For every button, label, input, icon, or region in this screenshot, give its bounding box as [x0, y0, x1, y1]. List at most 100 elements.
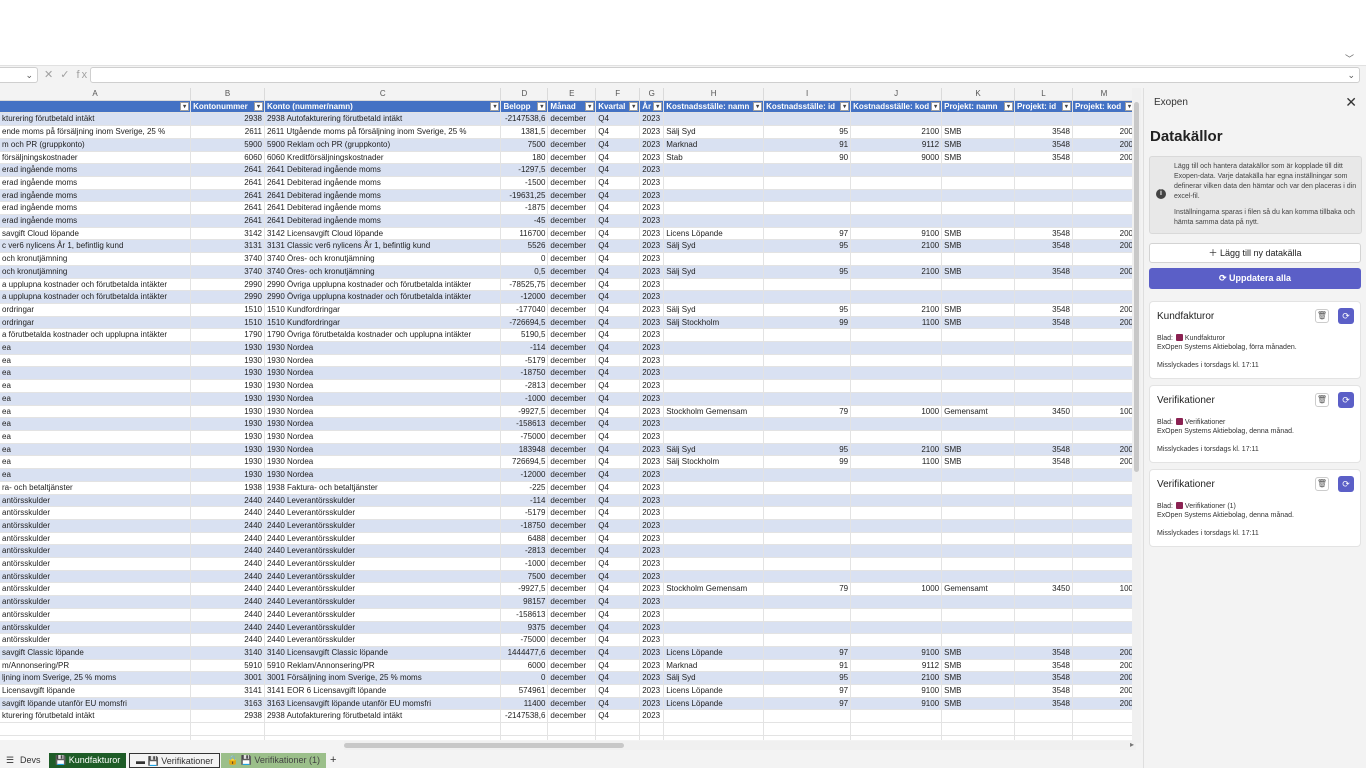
refresh-icon[interactable]: ⟳ [1338, 308, 1354, 324]
table-cell[interactable] [941, 608, 1016, 622]
table-cell[interactable]: 9100 [850, 646, 943, 660]
table-cell[interactable]: Stab [663, 151, 765, 165]
vertical-scrollbar[interactable] [1132, 88, 1141, 743]
table-cell[interactable]: 2023 [639, 163, 665, 177]
table-cell[interactable]: 2440 [190, 595, 265, 609]
column-header[interactable]: Kvartal ▾ [595, 100, 641, 114]
table-cell[interactable]: Q4 [595, 621, 641, 635]
table-cell[interactable] [1014, 328, 1073, 343]
table-cell[interactable]: 9112 [850, 138, 943, 152]
table-cell[interactable] [663, 570, 765, 584]
table-cell[interactable]: december [547, 405, 597, 419]
table-cell[interactable] [850, 252, 943, 266]
table-cell[interactable] [663, 163, 765, 177]
table-cell[interactable]: december [547, 633, 597, 647]
table-cell[interactable]: 3548 [1014, 684, 1073, 698]
table-cell[interactable]: 5910 Reklam/Annonsering/PR [264, 659, 502, 673]
table-cell[interactable]: 2440 Leverantörsskulder [264, 544, 502, 559]
table-cell[interactable]: 97 [763, 697, 852, 711]
table-cell[interactable] [941, 468, 1016, 482]
table-cell[interactable]: 2023 [639, 290, 665, 304]
table-cell[interactable]: ljning inom Sverige, 25 % moms [0, 671, 192, 686]
table-cell[interactable]: Q4 [595, 443, 641, 457]
table-cell[interactable]: 1930 Nordea [264, 468, 502, 482]
table-cell[interactable] [941, 735, 1016, 740]
table-cell[interactable]: 2990 Övriga upplupna kostnader och förut… [264, 278, 502, 292]
table-cell[interactable]: antörsskulder [0, 532, 192, 546]
table-cell[interactable]: december [547, 519, 597, 533]
table-cell[interactable]: 1930 Nordea [264, 354, 502, 368]
table-cell[interactable] [763, 176, 852, 190]
table-cell[interactable] [1072, 290, 1136, 304]
table-cell[interactable] [763, 417, 852, 431]
table-cell[interactable] [941, 595, 1016, 609]
table-cell[interactable] [1014, 366, 1073, 381]
table-cell[interactable] [941, 392, 1016, 406]
table-cell[interactable]: december [547, 468, 597, 482]
table-cell[interactable]: 726694,5 [500, 455, 549, 470]
table-cell[interactable]: 1930 [190, 417, 265, 431]
table-cell[interactable]: Q4 [595, 659, 641, 673]
table-cell[interactable] [850, 366, 943, 381]
table-cell[interactable] [850, 176, 943, 190]
table-cell[interactable]: -19631,25 [500, 189, 549, 203]
table-cell[interactable]: 2023 [639, 316, 665, 330]
table-cell[interactable]: 1930 [190, 366, 265, 381]
table-cell[interactable]: a upplupna kostnader och förutbetalda in… [0, 278, 192, 292]
table-cell[interactable]: 2440 Leverantörsskulder [264, 595, 502, 609]
table-cell[interactable]: 11400 [500, 697, 549, 711]
table-cell[interactable]: december [547, 354, 597, 368]
table-cell[interactable]: erad ingående moms [0, 189, 192, 203]
table-cell[interactable] [1072, 506, 1136, 520]
table-cell[interactable] [850, 341, 943, 355]
table-cell[interactable] [850, 189, 943, 203]
table-cell[interactable] [941, 481, 1016, 495]
column-letter[interactable]: L [1014, 88, 1073, 101]
table-cell[interactable]: 97 [763, 684, 852, 698]
table-cell[interactable]: Gemensamt [941, 405, 1016, 419]
table-cell[interactable]: ende moms på försäljning inom Sverige, 2… [0, 125, 192, 139]
table-cell[interactable]: och kronutjämning [0, 252, 192, 266]
table-cell[interactable]: Q4 [595, 532, 641, 546]
table-cell[interactable] [850, 709, 943, 724]
column-header[interactable]: Månad ▾ [547, 100, 597, 114]
table-cell[interactable]: antörsskulder [0, 633, 192, 647]
table-cell[interactable]: 1930 Nordea [264, 443, 502, 457]
table-cell[interactable] [663, 112, 765, 127]
table-cell[interactable]: 3548 [1014, 265, 1073, 279]
table-cell[interactable]: 95 [763, 443, 852, 457]
table-cell[interactable]: -1000 [500, 557, 549, 571]
table-cell[interactable]: 5910 [190, 659, 265, 673]
table-cell[interactable]: 1930 [190, 468, 265, 482]
table-cell[interactable]: 2023 [639, 671, 665, 686]
table-cell[interactable]: 2440 Leverantörsskulder [264, 582, 502, 597]
table-cell[interactable] [1072, 494, 1136, 508]
table-cell[interactable] [850, 735, 943, 740]
table-cell[interactable] [663, 341, 765, 355]
table-cell[interactable] [1014, 112, 1073, 127]
table-cell[interactable]: 2641 Debiterad ingående moms [264, 214, 502, 228]
table-cell[interactable] [1072, 278, 1136, 292]
table-cell[interactable]: 1510 Kundfordringar [264, 316, 502, 330]
table-cell[interactable]: 2440 [190, 544, 265, 559]
table-cell[interactable]: antörsskulder [0, 544, 192, 559]
table-cell[interactable] [663, 557, 765, 571]
table-cell[interactable]: ra- och betaltjänster [0, 481, 192, 495]
table-cell[interactable]: antörsskulder [0, 595, 192, 609]
table-cell[interactable]: -2147538,6 [500, 112, 549, 127]
table-cell[interactable]: 1930 Nordea [264, 405, 502, 419]
table-cell[interactable] [1014, 544, 1073, 559]
table-cell[interactable]: Q4 [595, 252, 641, 266]
table-cell[interactable]: 1930 [190, 392, 265, 406]
table-cell[interactable]: Q4 [595, 582, 641, 597]
table-cell[interactable]: Q4 [595, 608, 641, 622]
column-letter[interactable]: I [763, 88, 852, 101]
table-cell[interactable]: 2440 [190, 582, 265, 597]
table-cell[interactable] [1072, 722, 1136, 736]
table-cell[interactable]: antörsskulder [0, 582, 192, 597]
table-cell[interactable]: 2023 [639, 659, 665, 673]
table-cell[interactable]: 3001 Försäljning inom Sverige, 25 % moms [264, 671, 502, 686]
table-cell[interactable] [941, 557, 1016, 571]
table-cell[interactable] [1014, 341, 1073, 355]
table-cell[interactable] [850, 595, 943, 609]
